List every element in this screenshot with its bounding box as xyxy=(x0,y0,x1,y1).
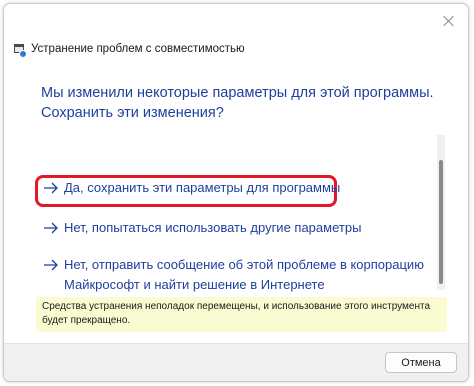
app-icon xyxy=(14,43,27,58)
option-label: Нет, отправить сообщение об этой проблем… xyxy=(64,257,424,292)
deprecation-notice: Средства устранения неполадок перемещены… xyxy=(36,297,447,332)
title-bar: Устранение проблем с совместимостью xyxy=(14,39,245,59)
option-report-problem[interactable]: Нет, отправить сообщение об этой проблем… xyxy=(42,255,424,295)
option-try-other-settings[interactable]: Нет, попытаться использовать другие пара… xyxy=(42,218,424,238)
window-title: Устранение проблем с совместимостью xyxy=(31,43,245,55)
scrollbar-thumb[interactable] xyxy=(439,160,443,284)
footer-bar: Отмена xyxy=(4,343,468,381)
scrollbar[interactable] xyxy=(437,135,445,290)
arrow-right-icon xyxy=(44,182,58,194)
arrow-right-icon xyxy=(44,222,58,234)
option-label: Нет, попытаться использовать другие пара… xyxy=(64,220,362,235)
close-icon[interactable] xyxy=(442,14,456,28)
option-save-settings[interactable]: Да, сохранить эти параметры для программ… xyxy=(42,178,424,198)
arrow-right-icon xyxy=(44,259,58,271)
option-label: Да, сохранить эти параметры для программ… xyxy=(64,180,341,195)
dialog-window: Устранение проблем с совместимостью Мы и… xyxy=(3,3,469,382)
page-heading: Мы изменили некоторые параметры для этой… xyxy=(41,85,434,121)
cancel-button[interactable]: Отмена xyxy=(385,352,457,373)
